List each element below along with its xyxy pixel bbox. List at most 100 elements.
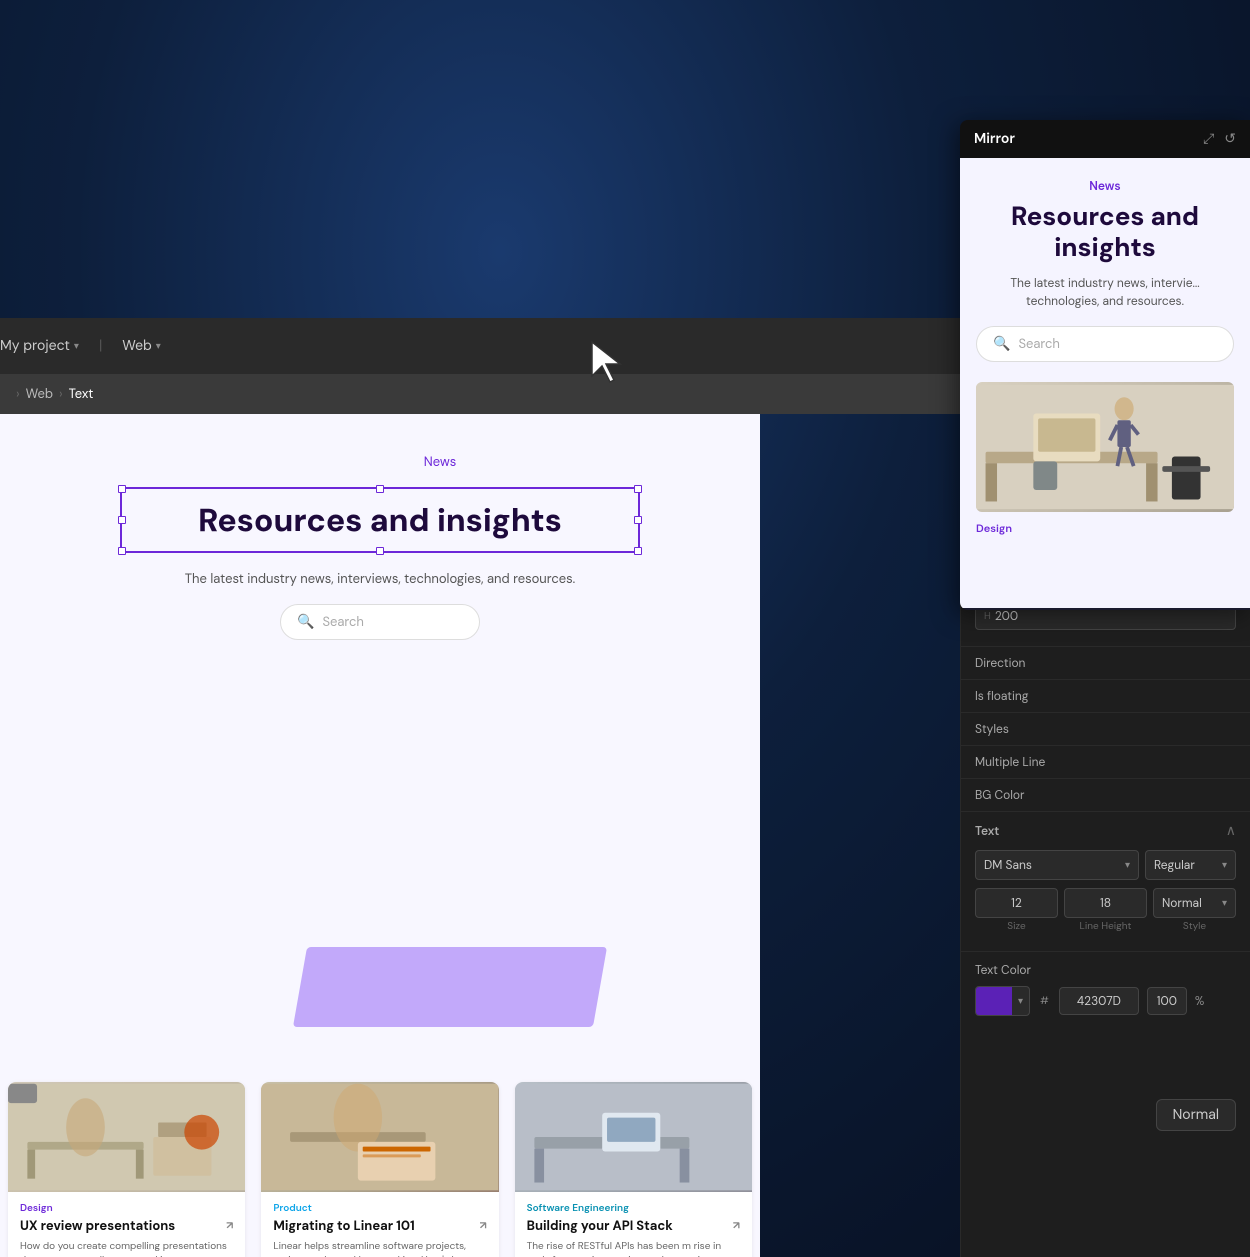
mirror-heading: Resources and insights (976, 202, 1234, 264)
is-floating-row: Is floating (961, 680, 1250, 713)
mirror-header-icons: ⤢ ↺ (1203, 130, 1236, 148)
web-label: Web (122, 337, 152, 355)
text-style-wrapper: Normal ▾ Style (1153, 888, 1236, 933)
styles-label: Styles (975, 721, 1009, 737)
handle-bm[interactable] (376, 547, 384, 555)
mirror-search-icon: 🔍 (993, 335, 1010, 353)
blog-card-3[interactable]: Software Engineering Building your API S… (515, 1082, 752, 1257)
card-desc-3: The rise of RESTful APIs has been m rise… (527, 1240, 740, 1257)
canvas-search-bar[interactable]: 🔍 Search (280, 604, 480, 640)
header-project[interactable]: My project ▾ (0, 337, 79, 355)
font-family-label: DM Sans (984, 857, 1032, 873)
opacity-field[interactable]: 100 (1147, 987, 1187, 1015)
bg-color-row: BG Color (961, 779, 1250, 812)
line-height-field[interactable]: 18 (1064, 888, 1147, 918)
size-label: Size (975, 920, 1058, 933)
text-style-value: Normal (1162, 895, 1202, 911)
color-arrow-icon[interactable]: ▾ (1012, 995, 1029, 1008)
canvas-search-icon: 🔍 (297, 613, 314, 631)
card-body-3: Software Engineering Building your API S… (515, 1192, 752, 1257)
text-section: Text ∧ DM Sans ▾ Regular ▾ 12 Size 18 Li… (961, 812, 1250, 952)
canvas-area: News Resources and insights The latest i… (0, 414, 760, 1257)
line-height-label: Line Height (1064, 920, 1147, 933)
mirror-office-image (976, 382, 1234, 512)
font-family-select[interactable]: DM Sans ▾ (975, 850, 1139, 880)
color-swatch (976, 987, 1012, 1015)
is-floating-label: Is floating (975, 688, 1028, 704)
mirror-subtitle: The latest industry news, intervie... te… (976, 274, 1234, 310)
bg-color-label: BG Color (975, 787, 1024, 803)
direction-label: Direction (975, 655, 1025, 671)
card-body-2: Product Migrating to Linear 101 ↗ Linear… (261, 1192, 498, 1257)
canvas-news-label: News (424, 454, 457, 471)
font-size-wrapper: 12 Size (975, 888, 1058, 933)
handle-tl[interactable] (118, 485, 126, 493)
card-body-1: Design UX review presentations ↗ How do … (8, 1192, 245, 1257)
multiple-line-row: Multiple Line (961, 746, 1250, 779)
font-style-label: Regular (1154, 857, 1195, 873)
project-label: My project (0, 337, 70, 355)
card-arrow-3: ↗ (733, 1219, 740, 1233)
mirror-search-bar[interactable]: 🔍 Search (976, 326, 1234, 362)
text-section-collapse-button[interactable]: ∧ (1226, 822, 1236, 840)
percent-label: % (1195, 993, 1204, 1009)
card-image-1 (8, 1082, 245, 1192)
text-section-header: Text ∧ (975, 822, 1236, 840)
h-label: H (984, 610, 991, 623)
mirror-title: Mirror (974, 130, 1015, 148)
canvas-content: News Resources and insights The latest i… (0, 414, 760, 694)
font-style-select[interactable]: Regular ▾ (1145, 850, 1236, 880)
web-chevron-icon: ▾ (156, 340, 161, 353)
font-row: DM Sans ▾ Regular ▾ (975, 850, 1236, 880)
font-size-field[interactable]: 12 (975, 888, 1058, 918)
text-style-chevron-icon: ▾ (1222, 897, 1227, 910)
handle-tm[interactable] (376, 485, 384, 493)
text-style-field[interactable]: Normal ▾ (1153, 888, 1236, 918)
multiple-line-label: Multiple Line (975, 754, 1045, 770)
handle-br[interactable] (634, 547, 642, 555)
handle-ml[interactable] (118, 516, 126, 524)
card-title-3: Building your API Stack ↗ (527, 1219, 740, 1236)
mirror-refresh-icon[interactable]: ↺ (1224, 130, 1236, 148)
header-web[interactable]: Web ▾ (122, 337, 161, 355)
canvas-subtitle: The latest industry news, interviews, te… (185, 571, 576, 588)
card-desc-1: How do you create compelling presentatio… (20, 1240, 233, 1257)
font-family-chevron-icon: ▾ (1125, 859, 1130, 872)
mirror-search-text: Search (1018, 336, 1059, 353)
breadcrumb-web[interactable]: Web (26, 386, 53, 403)
mirror-heading-line1: Resources and (976, 202, 1234, 233)
text-section-title: Text (975, 823, 999, 839)
canvas-search-text: Search (322, 614, 363, 631)
normal-badge: Normal (1156, 1099, 1236, 1131)
header-sep1: | (99, 337, 102, 355)
card-title-2: Migrating to Linear 101 ↗ (273, 1219, 486, 1236)
breadcrumb-text[interactable]: Text (69, 386, 94, 403)
hex-value-field[interactable]: 42307D (1059, 987, 1139, 1015)
mirror-news-label: News (976, 178, 1234, 194)
mirror-heading-line2: insights (976, 233, 1234, 264)
card-category-3: Software Engineering (527, 1202, 740, 1215)
font-style-chevron-icon: ▾ (1222, 859, 1227, 872)
line-height-wrapper: 18 Line Height (1064, 888, 1147, 933)
card-title-1: UX review presentations ↗ (20, 1219, 233, 1236)
blog-card-1[interactable]: Design UX review presentations ↗ How do … (8, 1082, 245, 1257)
mirror-panel-header: Mirror ⤢ ↺ (960, 120, 1250, 158)
style-label: Style (1153, 920, 1236, 933)
color-section: Text Color ▾ # 42307D 100 % (961, 952, 1250, 1026)
color-swatch-wrapper[interactable]: ▾ (975, 986, 1030, 1016)
mirror-expand-icon[interactable]: ⤢ (1203, 130, 1214, 148)
canvas-title[interactable]: Resources and insights (138, 499, 622, 541)
handle-tr[interactable] (634, 485, 642, 493)
direction-row: Direction (961, 647, 1250, 680)
project-chevron-icon: ▾ (74, 340, 79, 353)
breadcrumb-sep1: › (59, 386, 63, 403)
mirror-panel: Mirror ⤢ ↺ News Resources and insights T… (960, 120, 1250, 610)
color-row: ▾ # 42307D 100 % (975, 986, 1236, 1016)
breadcrumb-arrow: › (16, 386, 20, 403)
handle-mr[interactable] (634, 516, 642, 524)
card-image-3 (515, 1082, 752, 1192)
decorative-shape (293, 947, 607, 1027)
handle-bl[interactable] (118, 547, 126, 555)
h-value: 200 (995, 608, 1227, 624)
blog-card-2[interactable]: Product Migrating to Linear 101 ↗ Linear… (261, 1082, 498, 1257)
